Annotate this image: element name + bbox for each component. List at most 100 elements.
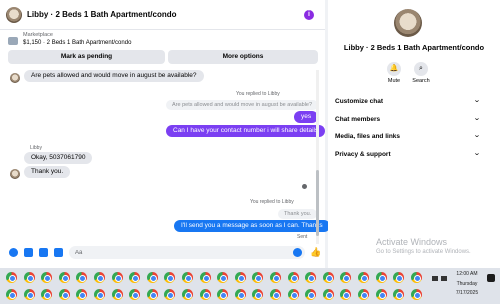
section-customize-chat[interactable]: Customize chat <box>335 98 383 105</box>
quoted-message: Are pets allowed and would move in augus… <box>166 100 319 110</box>
browser-taskbar-icon[interactable] <box>164 272 175 283</box>
bell-icon[interactable]: 🔔 <box>387 62 401 76</box>
scrollbar-thumb[interactable] <box>316 170 319 236</box>
activation-watermark-detail: Go to Settings to activate Windows. <box>376 249 471 255</box>
notification-icon[interactable] <box>487 274 495 282</box>
message-bubble: Can I have your contact number i will sh… <box>166 125 326 137</box>
browser-taskbar-icon[interactable] <box>41 272 52 283</box>
message-bubble: yes <box>294 111 319 123</box>
browser-taskbar-icon[interactable] <box>164 289 175 300</box>
message-bubble: Are pets allowed and would move in augus… <box>24 70 204 82</box>
message-bubble: I'll send you a message as soon as I can… <box>174 220 330 232</box>
browser-taskbar-icon[interactable] <box>376 289 387 300</box>
message-input[interactable] <box>69 246 305 259</box>
browser-taskbar-icon[interactable] <box>305 272 316 283</box>
message-status: Sent <box>297 234 308 240</box>
sender-name: Libby <box>30 145 42 151</box>
emoji-icon[interactable] <box>293 248 302 257</box>
browser-taskbar-icon[interactable] <box>182 272 193 283</box>
search-label[interactable]: Search <box>406 78 436 84</box>
browser-taskbar-icon[interactable] <box>76 289 87 300</box>
browser-taskbar-icon[interactable] <box>94 289 105 300</box>
browser-taskbar-icon[interactable] <box>59 272 70 283</box>
seen-avatar-icon <box>302 184 307 189</box>
mark-as-pending-button[interactable]: Mark as pending <box>8 50 165 64</box>
browser-taskbar-icon[interactable] <box>129 289 140 300</box>
browser-taskbar-icon[interactable] <box>252 289 263 300</box>
browser-taskbar-icon[interactable] <box>147 289 158 300</box>
browser-taskbar-icon[interactable] <box>340 272 351 283</box>
browser-taskbar-icon[interactable] <box>340 289 351 300</box>
browser-taskbar-icon[interactable] <box>305 289 316 300</box>
search-icon[interactable]: ⌕ <box>414 62 428 76</box>
reply-indicator: You replied to Libby <box>250 199 294 205</box>
listing-thumbnail[interactable] <box>8 37 18 45</box>
browser-taskbar-icon[interactable] <box>323 289 334 300</box>
browser-taskbar-icon[interactable] <box>235 289 246 300</box>
chevron-down-icon[interactable]: ⌄ <box>473 96 481 104</box>
taskbar <box>0 268 500 304</box>
browser-taskbar-icon[interactable] <box>358 272 369 283</box>
section-privacy-support[interactable]: Privacy & support <box>335 151 391 158</box>
volume-icon[interactable] <box>441 276 447 281</box>
browser-taskbar-icon[interactable] <box>270 272 281 283</box>
browser-taskbar-icon[interactable] <box>252 272 263 283</box>
message-bubble: Thank you. <box>24 166 71 178</box>
sender-avatar[interactable] <box>10 169 20 179</box>
more-options-button[interactable]: More options <box>168 50 318 64</box>
reply-indicator: You replied to Libby <box>236 91 280 97</box>
browser-taskbar-icon[interactable] <box>112 272 123 283</box>
marketplace-label: Marketplace <box>23 32 53 38</box>
browser-taskbar-icon[interactable] <box>94 272 105 283</box>
activation-watermark: Activate Windows <box>376 237 448 247</box>
avatar[interactable] <box>394 9 422 37</box>
browser-taskbar-icon[interactable] <box>76 272 87 283</box>
browser-taskbar-icon[interactable] <box>411 289 422 300</box>
browser-taskbar-icon[interactable] <box>393 272 404 283</box>
image-icon[interactable] <box>24 248 33 257</box>
browser-taskbar-icon[interactable] <box>376 272 387 283</box>
sticker-icon[interactable] <box>39 248 48 257</box>
browser-taskbar-icon[interactable] <box>217 272 228 283</box>
browser-taskbar-icon[interactable] <box>358 289 369 300</box>
conversation-title[interactable]: Libby · 2 Beds 1 Bath Apartment/condo <box>27 10 177 19</box>
browser-taskbar-icon[interactable] <box>112 289 123 300</box>
microphone-icon[interactable] <box>9 248 18 257</box>
listing-detail[interactable]: $1,150 · 2 Beds 1 Bath Apartment/condo <box>23 40 131 46</box>
chevron-down-icon[interactable]: ⌄ <box>473 149 481 157</box>
browser-taskbar-icon[interactable] <box>200 272 211 283</box>
quoted-message: Thank you. <box>278 209 318 219</box>
section-chat-members[interactable]: Chat members <box>335 116 380 123</box>
browser-taskbar-icon[interactable] <box>200 289 211 300</box>
chevron-down-icon[interactable]: ⌄ <box>473 131 481 139</box>
browser-taskbar-icon[interactable] <box>24 272 35 283</box>
browser-taskbar-icon[interactable] <box>393 289 404 300</box>
browser-taskbar-icon[interactable] <box>129 272 140 283</box>
clock-time[interactable]: 12:00 AM <box>452 271 482 277</box>
browser-taskbar-icon[interactable] <box>288 272 299 283</box>
mute-label[interactable]: Mute <box>379 78 409 84</box>
browser-taskbar-icon[interactable] <box>217 289 228 300</box>
clock-date[interactable]: 7/17/2025 <box>452 290 482 296</box>
browser-taskbar-icon[interactable] <box>288 289 299 300</box>
browser-taskbar-icon[interactable] <box>24 289 35 300</box>
browser-taskbar-icon[interactable] <box>235 272 246 283</box>
info-icon[interactable]: i <box>304 10 314 20</box>
browser-taskbar-icon[interactable] <box>6 289 17 300</box>
sender-avatar[interactable] <box>10 73 20 83</box>
browser-taskbar-icon[interactable] <box>182 289 193 300</box>
section-media-files-links[interactable]: Media, files and links <box>335 133 400 140</box>
browser-taskbar-icon[interactable] <box>41 289 52 300</box>
clock-day[interactable]: Thursday <box>452 281 482 287</box>
thumbs-up-icon[interactable]: 👍 <box>310 247 321 257</box>
avatar[interactable] <box>6 7 22 23</box>
browser-taskbar-icon[interactable] <box>411 272 422 283</box>
network-icon[interactable] <box>432 276 438 281</box>
browser-taskbar-icon[interactable] <box>59 289 70 300</box>
browser-taskbar-icon[interactable] <box>147 272 158 283</box>
browser-taskbar-icon[interactable] <box>6 272 17 283</box>
browser-taskbar-icon[interactable] <box>270 289 281 300</box>
gif-icon[interactable] <box>54 248 63 257</box>
browser-taskbar-icon[interactable] <box>323 272 334 283</box>
chevron-down-icon[interactable]: ⌄ <box>473 114 481 122</box>
